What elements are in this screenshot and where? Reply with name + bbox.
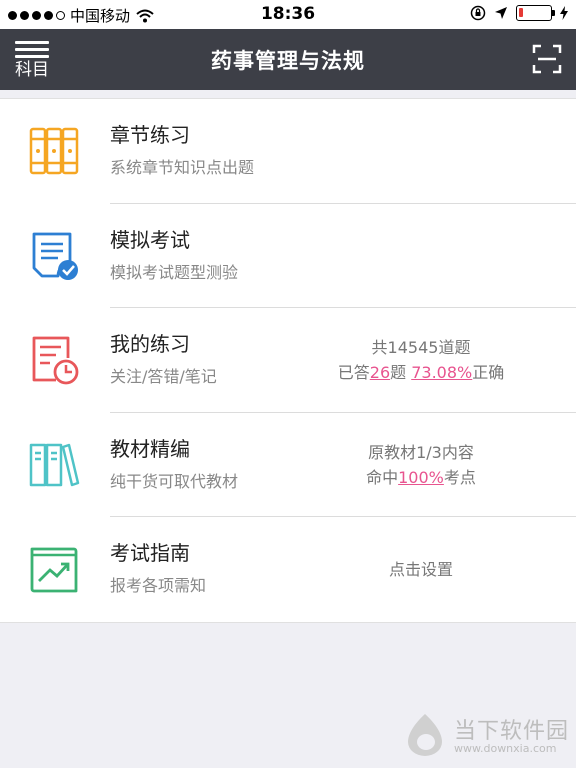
item-subtitle: 关注/答错/笔记 — [110, 367, 217, 386]
status-right — [470, 5, 568, 21]
scan-icon[interactable] — [532, 44, 562, 74]
item-subtitle: 报考各项需知 — [110, 576, 207, 595]
watermark: 当下软件园 www.downxia.com — [404, 710, 574, 760]
hit-stats: 命中100%考点 — [306, 465, 536, 490]
hit-prefix: 命中 — [366, 467, 399, 487]
item-title: 教材精编 — [110, 436, 190, 461]
watermark-name: 当下软件园 — [454, 719, 570, 744]
list-item-my-practice[interactable]: 我的练习 关注/答错/笔记 共14545道题 已答26题 73.08%正确 — [0, 308, 576, 413]
item-subtitle: 模拟考试题型测验 — [110, 262, 239, 282]
books-icon — [29, 443, 80, 486]
answered-count[interactable]: 26 — [370, 363, 390, 382]
answered-prefix: 已答 — [337, 363, 370, 382]
nav-bar: 科目 药事管理与法规 — [0, 29, 576, 90]
correct-suffix: 正确 — [472, 363, 505, 382]
list-item-chapter-practice[interactable]: 章节练习 系统章节知识点出题 — [0, 99, 576, 204]
textbook-content-ratio: 原教材1/3内容 — [368, 442, 474, 462]
orientation-lock-icon — [470, 5, 486, 21]
item-subtitle: 纯干货可取代教材 — [110, 471, 239, 491]
correct-rate[interactable]: 73.08% — [411, 363, 472, 382]
exam-check-icon — [32, 232, 78, 280]
item-title: 我的练习 — [110, 332, 190, 356]
hit-rate[interactable]: 100% — [398, 468, 444, 487]
charging-bolt-icon — [560, 6, 568, 20]
watermark-url: www.downxia.com — [454, 742, 557, 755]
watermark-logo-icon — [408, 714, 442, 756]
answered-mid: 题 — [390, 363, 412, 382]
list-item-exam-guide[interactable]: 考试指南 报考各项需知 点击设置 — [0, 517, 576, 622]
guide-chart-icon — [30, 547, 78, 593]
item-title: 章节练习 — [110, 123, 190, 147]
list-item-mock-exam[interactable]: 模拟考试 模拟考试题型测验 — [0, 204, 576, 308]
binder-icon — [29, 127, 79, 175]
total-questions: 共14545道题 — [371, 338, 471, 357]
answered-stats: 已答26题 73.08%正确 — [306, 360, 536, 385]
menu-list: 章节练习 系统章节知识点出题 模拟考试 模拟考试题型测验 我的练习 关注/答错/… — [0, 98, 576, 623]
textbook-stats: 原教材1/3内容 命中100%考点 — [306, 440, 536, 490]
practice-stats: 共14545道题 已答26题 73.08%正确 — [306, 335, 536, 385]
status-bar: 中国移动 18:36 — [0, 0, 576, 29]
battery-icon — [516, 5, 555, 21]
hit-suffix: 考点 — [443, 467, 476, 487]
page-title: 药事管理与法规 — [211, 49, 365, 73]
practice-clock-icon — [32, 336, 79, 385]
item-title: 考试指南 — [110, 541, 190, 565]
list-item-textbook[interactable]: 教材精编 纯干货可取代教材 原教材1/3内容 命中100%考点 — [0, 413, 576, 517]
item-subtitle: 系统章节知识点出题 — [110, 158, 255, 177]
guide-settings-link[interactable]: 点击设置 — [306, 557, 536, 582]
item-title: 模拟考试 — [110, 227, 190, 252]
location-arrow-icon — [495, 7, 507, 19]
